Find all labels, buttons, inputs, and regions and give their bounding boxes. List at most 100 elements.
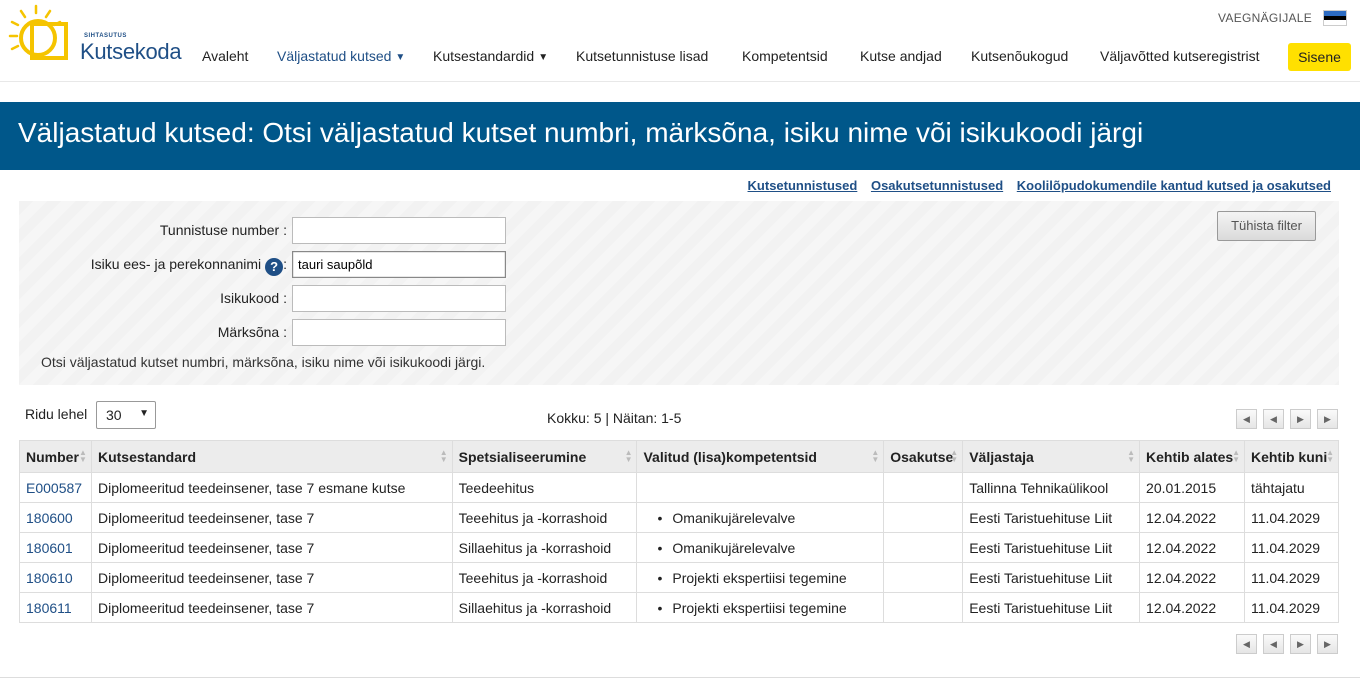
col-spetsialiseerumine[interactable]: Spetsialiseerumine ▲ ▼: [451, 440, 638, 473]
nav-item-kutsestandardid[interactable]: Kutsestandardid ▼: [433, 48, 548, 64]
sort-icon: ▲ ▼: [1127, 448, 1136, 464]
certificate-number-input[interactable]: [292, 217, 506, 244]
footer-divider: [0, 677, 1360, 678]
competence-item: Projekti ekspertiisi tegemine: [643, 600, 877, 616]
filter-note: Otsi väljastatud kutset numbri, märksõna…: [41, 354, 486, 370]
cell-specialization: Teeehitus ja -korrashoid: [451, 562, 638, 593]
nav-item-kutse-andjad[interactable]: Kutse andjad: [860, 48, 942, 64]
person-name-label: Isiku ees- ja perekonnanimi?:: [90, 256, 287, 276]
link-koolilopudokumendile[interactable]: Koolilõpudokumendile kantud kutsed ja os…: [1017, 178, 1331, 193]
col-valjastaja[interactable]: Väljastaja ▲ ▼: [962, 440, 1141, 473]
personal-code-input[interactable]: [292, 285, 506, 312]
rows-per-page-select[interactable]: 30 ▼: [96, 401, 156, 429]
cell-competence: Omanikujärelevalve: [636, 502, 885, 533]
signin-button[interactable]: Sisene: [1288, 43, 1351, 71]
person-name-input[interactable]: tauri saupõld: [292, 251, 506, 278]
cell-issuer: Eesti Taristuehituse Liit: [962, 562, 1141, 593]
cell-valid-from: 12.04.2022: [1139, 592, 1245, 623]
nav-item-valjavotted[interactable]: Väljavõtted kutseregistrist: [1100, 48, 1260, 64]
link-osakutsetunnistused[interactable]: Osakutsetunnistused: [871, 178, 1003, 193]
competence-item: Omanikujärelevalve: [643, 540, 877, 556]
cell-partial: [883, 472, 964, 503]
cert-number-link[interactable]: E000587: [19, 472, 92, 503]
cell-valid-to: tähtajatu: [1243, 472, 1340, 503]
cell-partial: [883, 592, 964, 623]
competence-item: Projekti ekspertiisi tegemine: [643, 570, 877, 586]
sort-icon: ▲ ▼: [1232, 448, 1240, 464]
col-kompetentsid[interactable]: Valitud (lisa)kompetentsid ▲ ▼: [636, 440, 885, 473]
cell-standard: Diplomeeritud teedeinsener, tase 7: [90, 592, 453, 623]
last-page-icon[interactable]: ▶: [1317, 409, 1338, 429]
page-banner: Väljastatud kutsed: Otsi väljastatud kut…: [0, 102, 1360, 170]
cert-number-link[interactable]: 180600: [19, 502, 92, 533]
last-page-icon[interactable]: ▶: [1317, 634, 1338, 654]
cell-issuer: Tallinna Tehnikaülikool: [962, 472, 1141, 503]
cert-number-link[interactable]: 180601: [19, 532, 92, 563]
sort-icon: ▲ ▼: [1326, 448, 1334, 464]
clear-filter-button[interactable]: Tühista filter: [1217, 211, 1316, 241]
help-icon[interactable]: ?: [265, 258, 284, 276]
kutsekoda-logo[interactable]: SIHTASUTUS Kutsekoda: [8, 4, 182, 64]
col-kehtib-kuni[interactable]: Kehtib kuni ▲ ▼: [1243, 440, 1340, 473]
cell-partial: [883, 562, 964, 593]
col-osakutse[interactable]: Osakutse ▲ ▼: [883, 440, 964, 473]
cell-valid-to: 11.04.2029: [1243, 532, 1340, 563]
cell-standard: Diplomeeritud teedeinsener, tase 7: [90, 532, 453, 563]
table-row[interactable]: 180601 Diplomeeritud teedeinsener, tase 7…: [19, 532, 1340, 563]
col-kehtib-alates[interactable]: Kehtib alates ▲ ▼: [1139, 440, 1245, 473]
estonian-flag-icon[interactable]: [1323, 10, 1347, 26]
sub-links: Kutsetunnistused Osakutsetunnistused Koo…: [738, 178, 1331, 193]
filter-panel: Tunnistuse number : Isiku ees- ja pereko…: [19, 201, 1339, 385]
cell-valid-to: 11.04.2029: [1243, 592, 1340, 623]
certificate-number-label: Tunnistuse number :: [159, 222, 287, 238]
cert-number-link[interactable]: 180610: [19, 562, 92, 593]
nav-item-kompetentsid[interactable]: Kompetentsid: [742, 48, 828, 64]
cell-issuer: Eesti Taristuehituse Liit: [962, 592, 1141, 623]
table-row[interactable]: 180611 Diplomeeritud teedeinsener, tase 7…: [19, 592, 1340, 623]
cell-specialization: Sillaehitus ja -korrashoid: [451, 532, 638, 563]
next-page-icon[interactable]: ▶: [1290, 634, 1311, 654]
cell-competence: Omanikujärelevalve: [636, 532, 885, 563]
sort-icon: ▲ ▼: [871, 448, 880, 464]
first-page-icon[interactable]: ◀: [1236, 409, 1257, 429]
nav-item-valjastatud-kutsed[interactable]: Väljastatud kutsed ▼: [277, 48, 405, 64]
cell-issuer: Eesti Taristuehituse Liit: [962, 502, 1141, 533]
logo-name: Kutsekoda: [80, 39, 182, 64]
page-title: Väljastatud kutsed: Otsi väljastatud kut…: [18, 117, 1144, 148]
cell-issuer: Eesti Taristuehituse Liit: [962, 532, 1141, 563]
cell-competence: [636, 472, 885, 503]
cell-valid-from: 20.01.2015: [1139, 472, 1245, 503]
cell-standard: Diplomeeritud teedeinsener, tase 7: [90, 562, 453, 593]
accessibility-link[interactable]: VAEGNÄGIJALE: [1218, 11, 1312, 25]
table-row[interactable]: 180610 Diplomeeritud teedeinsener, tase 7…: [19, 562, 1340, 593]
prev-page-icon[interactable]: ◀: [1263, 409, 1284, 429]
col-kutsestandard[interactable]: Kutsestandard ▲ ▼: [90, 440, 453, 473]
results-table: Number ▲ ▼ Kutsestandard ▲ ▼ Spetsialiseerum…: [19, 440, 1340, 623]
next-page-icon[interactable]: ▶: [1290, 409, 1311, 429]
nav-item-kutsenoukogud[interactable]: Kutsenõukogud: [971, 48, 1068, 64]
col-number[interactable]: Number ▲ ▼: [19, 440, 92, 473]
link-kutsetunnistused[interactable]: Kutsetunnistused: [748, 178, 858, 193]
cell-valid-to: 11.04.2029: [1243, 502, 1340, 533]
cell-specialization: Teeehitus ja -korrashoid: [451, 502, 638, 533]
chevron-down-icon: ▼: [395, 52, 406, 63]
prev-page-icon[interactable]: ◀: [1263, 634, 1284, 654]
table-row[interactable]: 180600 Diplomeeritud teedeinsener, tase 7…: [19, 502, 1340, 533]
first-page-icon[interactable]: ◀: [1236, 634, 1257, 654]
cell-partial: [883, 502, 964, 533]
keyword-input[interactable]: [292, 319, 506, 346]
nav-item-avaleht[interactable]: Avaleht: [202, 48, 248, 64]
cell-valid-from: 12.04.2022: [1139, 562, 1245, 593]
cell-standard: Diplomeeritud teedeinsener, tase 7 esman…: [90, 472, 453, 503]
table-row[interactable]: E000587 Diplomeeritud teedeinsener, tase …: [19, 472, 1340, 503]
cell-valid-to: 11.04.2029: [1243, 562, 1340, 593]
keyword-label: Märksõna :: [217, 324, 287, 340]
cell-valid-from: 12.04.2022: [1139, 532, 1245, 563]
cell-partial: [883, 532, 964, 563]
cert-number-link[interactable]: 180611: [19, 592, 92, 623]
table-header-row: Number ▲ ▼ Kutsestandard ▲ ▼ Spetsialiseerum…: [19, 440, 1340, 473]
nav-item-kutsetunnistuse-lisad[interactable]: Kutsetunnistuse lisad: [576, 48, 708, 64]
personal-code-label: Isikukood :: [220, 290, 287, 306]
rows-per-page-label: Ridu lehel: [25, 406, 88, 422]
cell-competence: Projekti ekspertiisi tegemine: [636, 592, 885, 623]
